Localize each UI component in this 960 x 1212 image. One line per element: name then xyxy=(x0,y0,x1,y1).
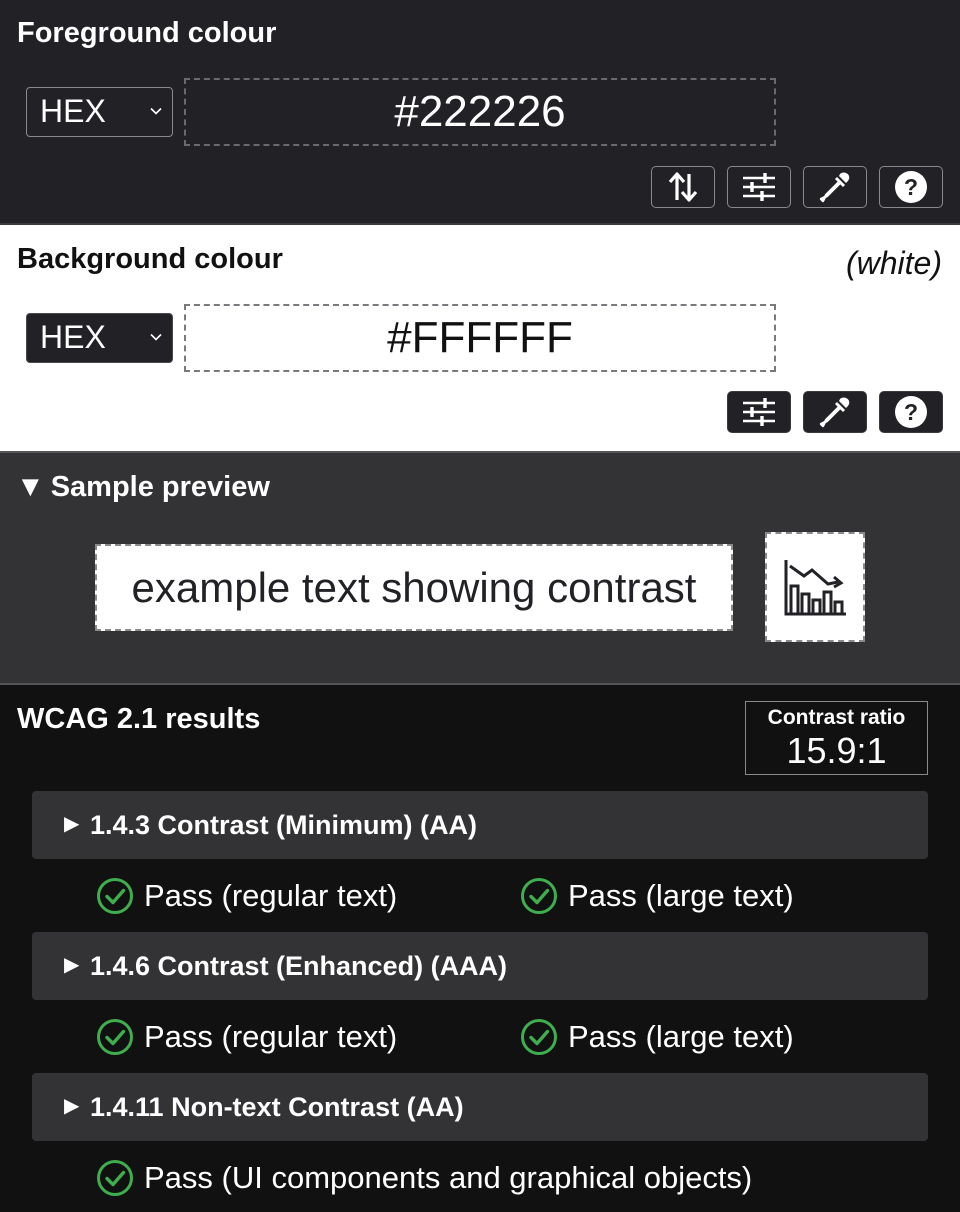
wcag-results-title: WCAG 2.1 results xyxy=(17,703,261,735)
background-adjust-button[interactable] xyxy=(727,391,791,433)
pass-label: Pass (regular text) xyxy=(144,878,398,913)
pass-label: Pass (regular text) xyxy=(144,1019,398,1054)
eyedropper-icon xyxy=(819,397,850,428)
triangle-right-icon: ▶ xyxy=(64,1094,80,1117)
criterion-1-4-11-toggle[interactable]: ▶ 1.4.11 Non-text Contrast (AA) xyxy=(32,1073,928,1141)
background-format-select[interactable]: HEX xyxy=(26,313,173,363)
swap-icon xyxy=(668,172,698,202)
foreground-format-value: HEX xyxy=(40,93,106,129)
triangle-right-icon: ▶ xyxy=(64,953,80,976)
check-circle-icon xyxy=(97,1160,133,1196)
pass-result: Pass (UI components and graphical object… xyxy=(96,1159,752,1197)
sliders-icon xyxy=(743,398,775,426)
sample-preview-title: Sample preview xyxy=(50,471,270,503)
check-circle-icon xyxy=(97,878,133,914)
check-circle-icon xyxy=(521,1019,557,1055)
check-circle-icon xyxy=(97,1019,133,1055)
sample-icon-box xyxy=(765,532,865,642)
foreground-title: Foreground colour xyxy=(17,17,277,49)
help-icon: ? xyxy=(895,171,927,203)
contrast-ratio-label: Contrast ratio xyxy=(767,706,906,729)
criterion-1-4-6-toggle[interactable]: ▶ 1.4.6 Contrast (Enhanced) (AAA) xyxy=(32,932,928,1000)
svg-text:?: ? xyxy=(904,174,918,200)
background-help-button[interactable]: ? xyxy=(879,391,943,433)
criterion-1-4-3-toggle[interactable]: ▶ 1.4.3 Contrast (Minimum) (AA) xyxy=(32,791,928,859)
background-section: Background colour (white) HEX #FFFFFF ? xyxy=(0,225,960,451)
triangle-down-icon: ▼ xyxy=(16,471,45,503)
pass-result: Pass (regular text) xyxy=(96,877,397,915)
pass-label: Pass (large text) xyxy=(568,1019,794,1054)
foreground-adjust-button[interactable] xyxy=(727,166,791,208)
foreground-help-button[interactable]: ? xyxy=(879,166,943,208)
eyedropper-icon xyxy=(819,172,850,203)
background-title: Background colour xyxy=(17,243,283,275)
pass-result: Pass (large text) xyxy=(520,1018,794,1056)
background-colour-name: (white) xyxy=(845,245,942,281)
triangle-right-icon: ▶ xyxy=(64,812,80,835)
foreground-eyedropper-button[interactable] xyxy=(803,166,867,208)
help-icon: ? xyxy=(895,396,927,428)
contrast-ratio-box: Contrast ratio 15.9:1 xyxy=(745,701,928,775)
background-hex-input[interactable]: #FFFFFF xyxy=(184,304,776,372)
contrast-ratio-value: 15.9:1 xyxy=(786,730,887,771)
foreground-format-select[interactable]: HEX xyxy=(26,87,173,137)
sample-preview-section: ▼ Sample preview example text showing con… xyxy=(0,451,960,683)
pass-label: Pass (large text) xyxy=(568,878,794,913)
swap-colours-button[interactable] xyxy=(651,166,715,208)
background-eyedropper-button[interactable] xyxy=(803,391,867,433)
criterion-label: 1.4.11 Non-text Contrast (AA) xyxy=(90,1092,464,1122)
pass-result: Pass (regular text) xyxy=(96,1018,397,1056)
svg-text:?: ? xyxy=(904,399,918,425)
chevron-down-icon xyxy=(150,333,162,341)
chevron-down-icon xyxy=(150,107,162,115)
sample-preview-toggle[interactable]: ▼ Sample preview xyxy=(16,471,270,504)
sample-text-box: example text showing contrast xyxy=(95,544,733,631)
criterion-label: 1.4.3 Contrast (Minimum) (AA) xyxy=(90,810,478,840)
background-format-value: HEX xyxy=(40,319,106,355)
foreground-section: Foreground colour HEX #222226 ? xyxy=(0,0,960,225)
wcag-results-section: WCAG 2.1 results Contrast ratio 15.9:1 ▶… xyxy=(0,683,960,1212)
foreground-hex-input[interactable]: #222226 xyxy=(184,78,776,146)
check-circle-icon xyxy=(521,878,557,914)
chart-icon xyxy=(784,560,846,616)
sliders-icon xyxy=(743,173,775,201)
pass-label: Pass (UI components and graphical object… xyxy=(144,1160,753,1195)
criterion-label: 1.4.6 Contrast (Enhanced) (AAA) xyxy=(90,951,508,981)
pass-result: Pass (large text) xyxy=(520,877,794,915)
